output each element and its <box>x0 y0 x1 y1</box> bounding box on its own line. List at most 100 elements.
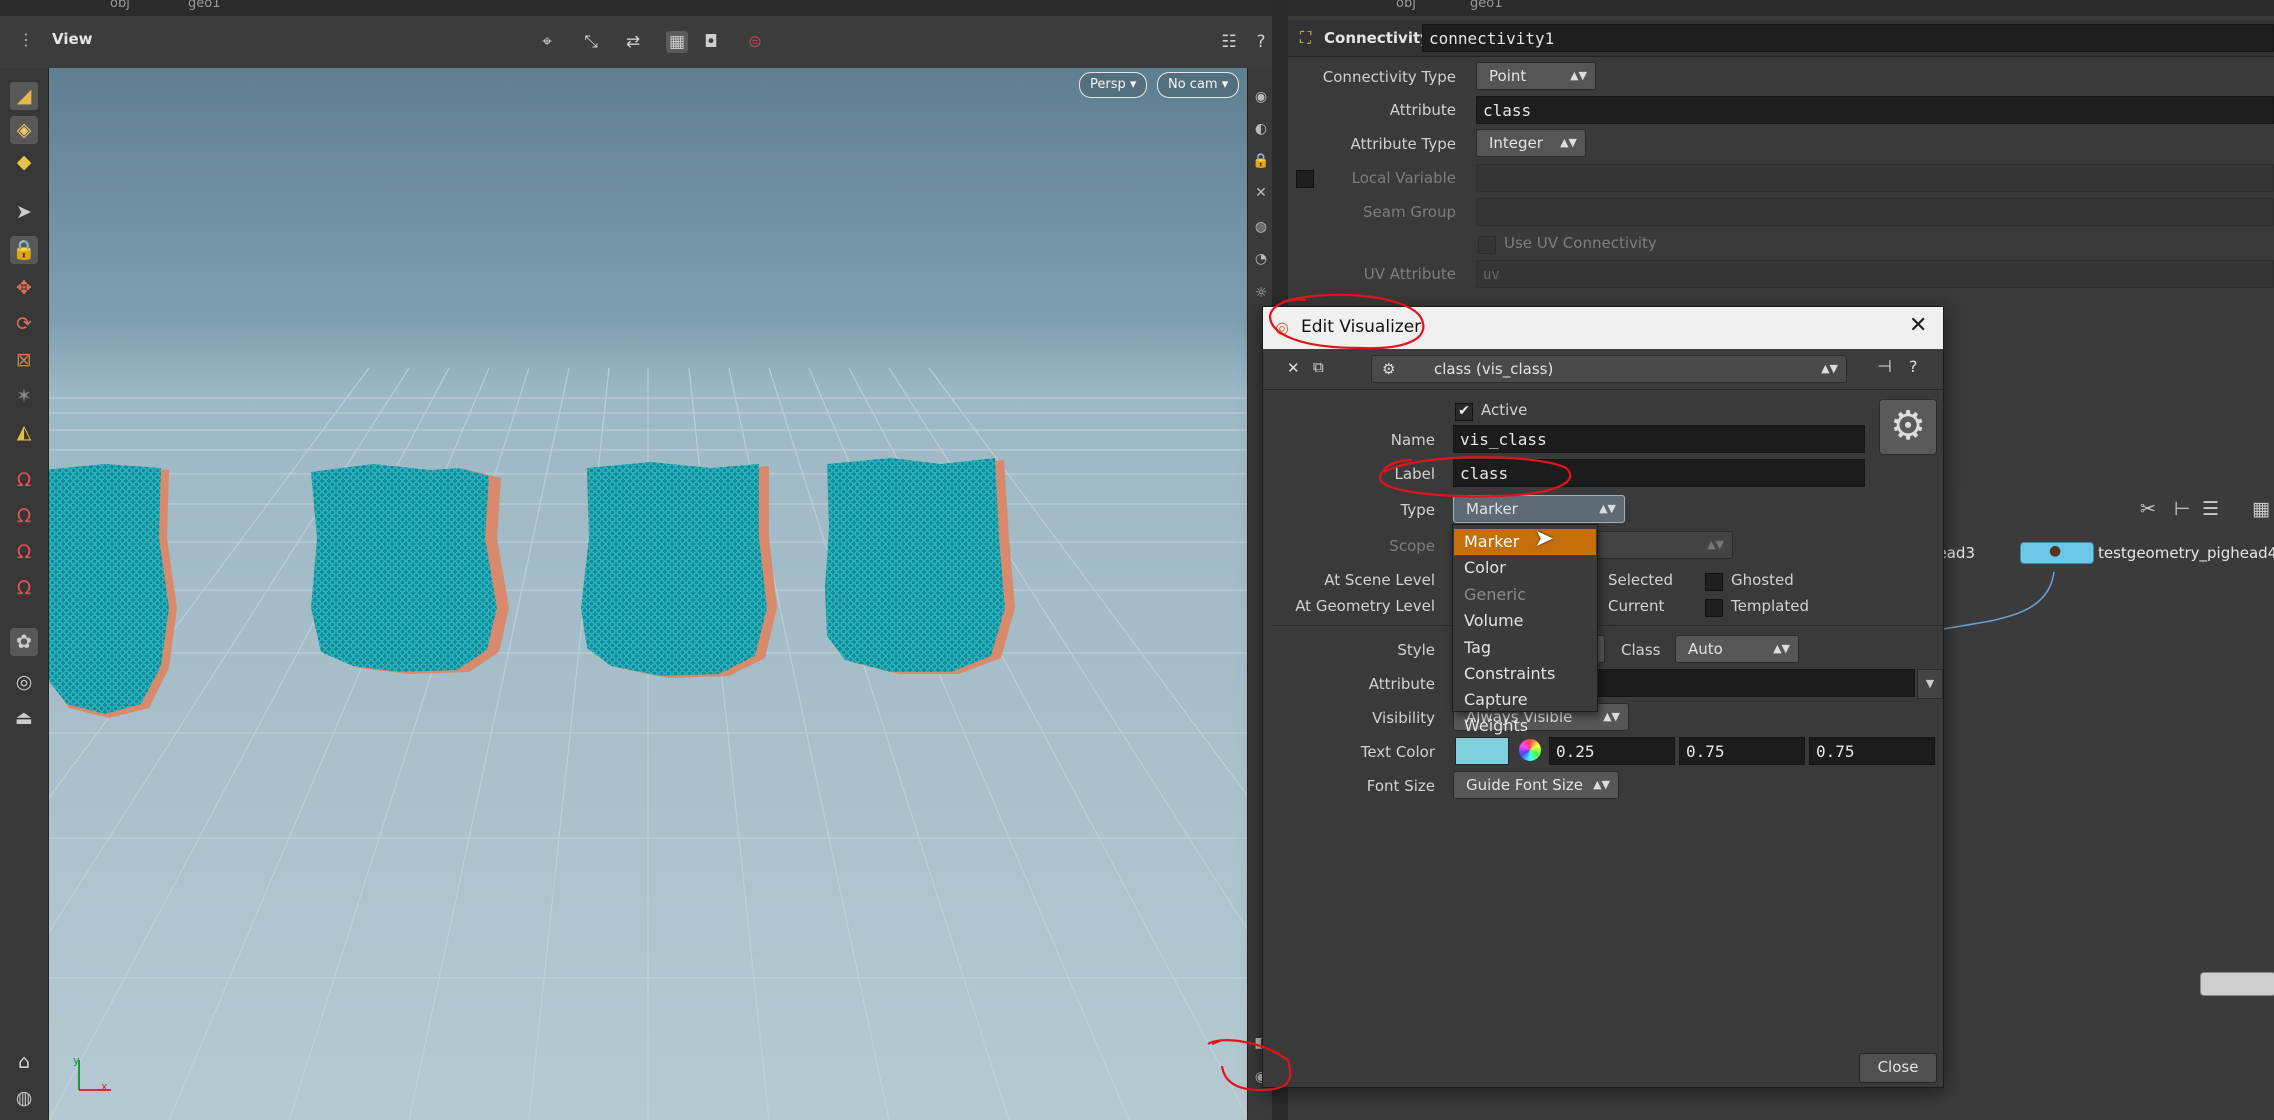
breadcrumb-geo[interactable]: geo1 <box>188 0 220 11</box>
option-color[interactable]: Color <box>1454 555 1596 581</box>
node-type-label: Connectivity <box>1324 29 1430 47</box>
dialog-help-icon[interactable]: ? <box>1909 357 1918 376</box>
geometry-model-4 <box>825 458 1015 674</box>
pin-icon[interactable]: ⊣ <box>1877 357 1892 377</box>
connectivity-type-label: Connectivity Type <box>1322 68 1456 86</box>
list-view-icon[interactable]: ☰ <box>2202 498 2219 520</box>
type-menu[interactable]: Marker ▲▼ <box>1453 495 1625 523</box>
shelf-tool-icon[interactable]: ◢ <box>10 82 38 110</box>
attribute-field[interactable]: class <box>1476 96 2274 124</box>
menu-arrows-icon: ▲▼ <box>1707 538 1724 551</box>
pighead-node[interactable]: ● <box>2020 542 2094 564</box>
display-icon[interactable]: ◉ <box>1252 88 1270 106</box>
menu-arrows-icon: ▲▼ <box>1773 642 1790 655</box>
close-icon[interactable]: ✕ <box>1909 313 1927 338</box>
attribute-type-menu[interactable]: Integer ▲▼ <box>1476 129 1586 157</box>
templated-checkbox[interactable] <box>1705 599 1723 617</box>
tree-view-icon[interactable]: ⊢ <box>2174 498 2191 520</box>
close-button[interactable]: Close <box>1859 1053 1937 1083</box>
magnet-3-icon[interactable]: Ω <box>10 538 38 566</box>
select-mode-icon[interactable]: ⌖ <box>536 31 558 53</box>
current-label: Current <box>1608 597 1665 615</box>
light-bulb-icon[interactable]: ☼ <box>1252 284 1270 302</box>
handle-tool-icon[interactable]: ⤡ <box>580 31 602 53</box>
connectivity-type-menu[interactable]: Point ▲▼ <box>1476 62 1596 90</box>
display-settings-icon[interactable]: ◍ <box>10 1084 38 1112</box>
viewport-layout-icon[interactable]: ☷ <box>1218 31 1240 53</box>
magnet-1-icon[interactable]: Ω <box>10 466 38 494</box>
ghosted-checkbox[interactable] <box>1705 573 1723 591</box>
perspective-menu[interactable]: Persp ▾ <box>1079 72 1148 98</box>
snapshot-icon[interactable]: ◘ <box>700 31 722 53</box>
option-generic[interactable]: Generic <box>1454 582 1596 608</box>
magnet-2-icon[interactable]: Ω <box>10 502 38 530</box>
ghost-icon[interactable]: ✕ <box>1252 184 1270 202</box>
handle-tool-icon[interactable]: ◭ <box>10 418 38 446</box>
view-tool-icon[interactable]: ✿ <box>10 628 38 656</box>
text-color-swatch[interactable] <box>1455 737 1509 765</box>
network-node-label-2[interactable]: testgeometry_pighead4 <box>2098 544 2274 562</box>
font-size-menu[interactable]: Guide Font Size ▲▼ <box>1453 771 1619 799</box>
option-tag[interactable]: Tag <box>1454 635 1596 661</box>
label-field[interactable]: class <box>1453 459 1865 487</box>
pose-tool-icon[interactable]: ✶ <box>10 382 38 410</box>
lighting-icon[interactable]: ◔ <box>1252 250 1270 268</box>
active-checkbox[interactable]: ✔ <box>1455 403 1473 421</box>
color-wheel-icon[interactable] <box>1519 739 1541 761</box>
rotate-tool-icon[interactable]: ⟳ <box>10 310 38 338</box>
object-mode-icon[interactable]: ◈ <box>10 116 38 144</box>
param-breadcrumb-obj[interactable]: obj <box>1396 0 1416 11</box>
option-volume[interactable]: Volume <box>1454 608 1596 634</box>
local-variable-field[interactable] <box>1476 164 2274 192</box>
flipbook-icon[interactable]: ⌂ <box>10 1048 38 1076</box>
text-color-b-field[interactable]: 0.75 <box>1809 737 1935 765</box>
tools-icon[interactable]: ✂ <box>2140 498 2156 520</box>
magnet-4-icon[interactable]: Ω <box>10 574 38 602</box>
scale-tool-icon[interactable]: ⊠ <box>10 346 38 374</box>
network-node-partial[interactable] <box>2200 972 2274 996</box>
option-capture-weights[interactable]: Capture Weights <box>1454 687 1596 735</box>
menu-arrows-icon: ▲▼ <box>1599 502 1616 515</box>
transform-icon[interactable]: ⇄ <box>622 31 644 53</box>
menu-arrows-icon: ▲▼ <box>1570 69 1587 82</box>
render-region-icon[interactable]: ◎ <box>10 668 38 696</box>
text-color-r-field[interactable]: 0.25 <box>1549 737 1675 765</box>
text-color-g-field[interactable]: 0.75 <box>1679 737 1805 765</box>
display-options-icon[interactable]: ▦ <box>666 31 688 53</box>
axis-y-label: y <box>73 1054 80 1067</box>
lock-icon[interactable]: 🔒 <box>10 236 38 264</box>
shading-icon[interactable]: ◍ <box>1252 218 1270 236</box>
dialog-titlebar[interactable]: ◎ Edit Visualizer ✕ <box>1263 307 1943 349</box>
param-breadcrumb-geo[interactable]: geo1 <box>1470 0 1502 11</box>
connectivity-type-value: Point <box>1489 67 1527 85</box>
camera-menu[interactable]: No cam ▾ <box>1157 72 1240 98</box>
camera-icon[interactable]: ⏏ <box>10 704 38 732</box>
move-tool-icon[interactable]: ✥ <box>10 274 38 302</box>
grid-view-icon[interactable]: ▦ <box>2252 498 2270 520</box>
seam-group-field[interactable] <box>1476 198 2274 226</box>
lock-camera-icon[interactable]: 🔒 <box>1252 152 1270 170</box>
node-name-field[interactable]: connectivity1 <box>1422 24 2274 52</box>
option-constraints[interactable]: Constraints <box>1454 661 1596 687</box>
attribute-label: Attribute <box>1389 101 1456 119</box>
breadcrumb-obj[interactable]: obj <box>110 0 130 11</box>
copy-visualizer-icon[interactable]: ⧉ <box>1313 358 1324 376</box>
option-marker[interactable]: Marker <box>1454 529 1596 555</box>
help-icon[interactable]: ? <box>1250 31 1272 53</box>
visualizer-selector-menu[interactable]: ⚙ class (vis_class) ▲▼ <box>1371 355 1847 383</box>
use-uv-connectivity-checkbox[interactable] <box>1478 236 1496 254</box>
type-value: Marker <box>1466 500 1518 518</box>
remove-visualizer-icon[interactable]: ✕ <box>1287 359 1300 377</box>
geometry-mode-icon[interactable]: ◆ <box>10 148 38 176</box>
visibility-icon[interactable]: ◐ <box>1252 120 1270 138</box>
3d-viewport[interactable]: Persp ▾ No cam ▾ y x <box>49 68 1247 1120</box>
name-field[interactable]: vis_class <box>1453 425 1865 453</box>
uv-attribute-field[interactable]: uv <box>1476 260 2274 288</box>
record-icon[interactable]: ⊜ <box>744 31 766 53</box>
select-arrow-icon[interactable]: ➤ <box>10 198 38 226</box>
pane-menu-icon[interactable]: ⋮ <box>18 30 34 49</box>
visualizer-gear-icon[interactable]: ⚙ <box>1879 399 1937 455</box>
class-menu[interactable]: Auto ▲▼ <box>1675 635 1799 663</box>
geometry-model-3 <box>581 462 777 678</box>
attribute-dropdown-icon[interactable]: ▼ <box>1917 669 1943 699</box>
